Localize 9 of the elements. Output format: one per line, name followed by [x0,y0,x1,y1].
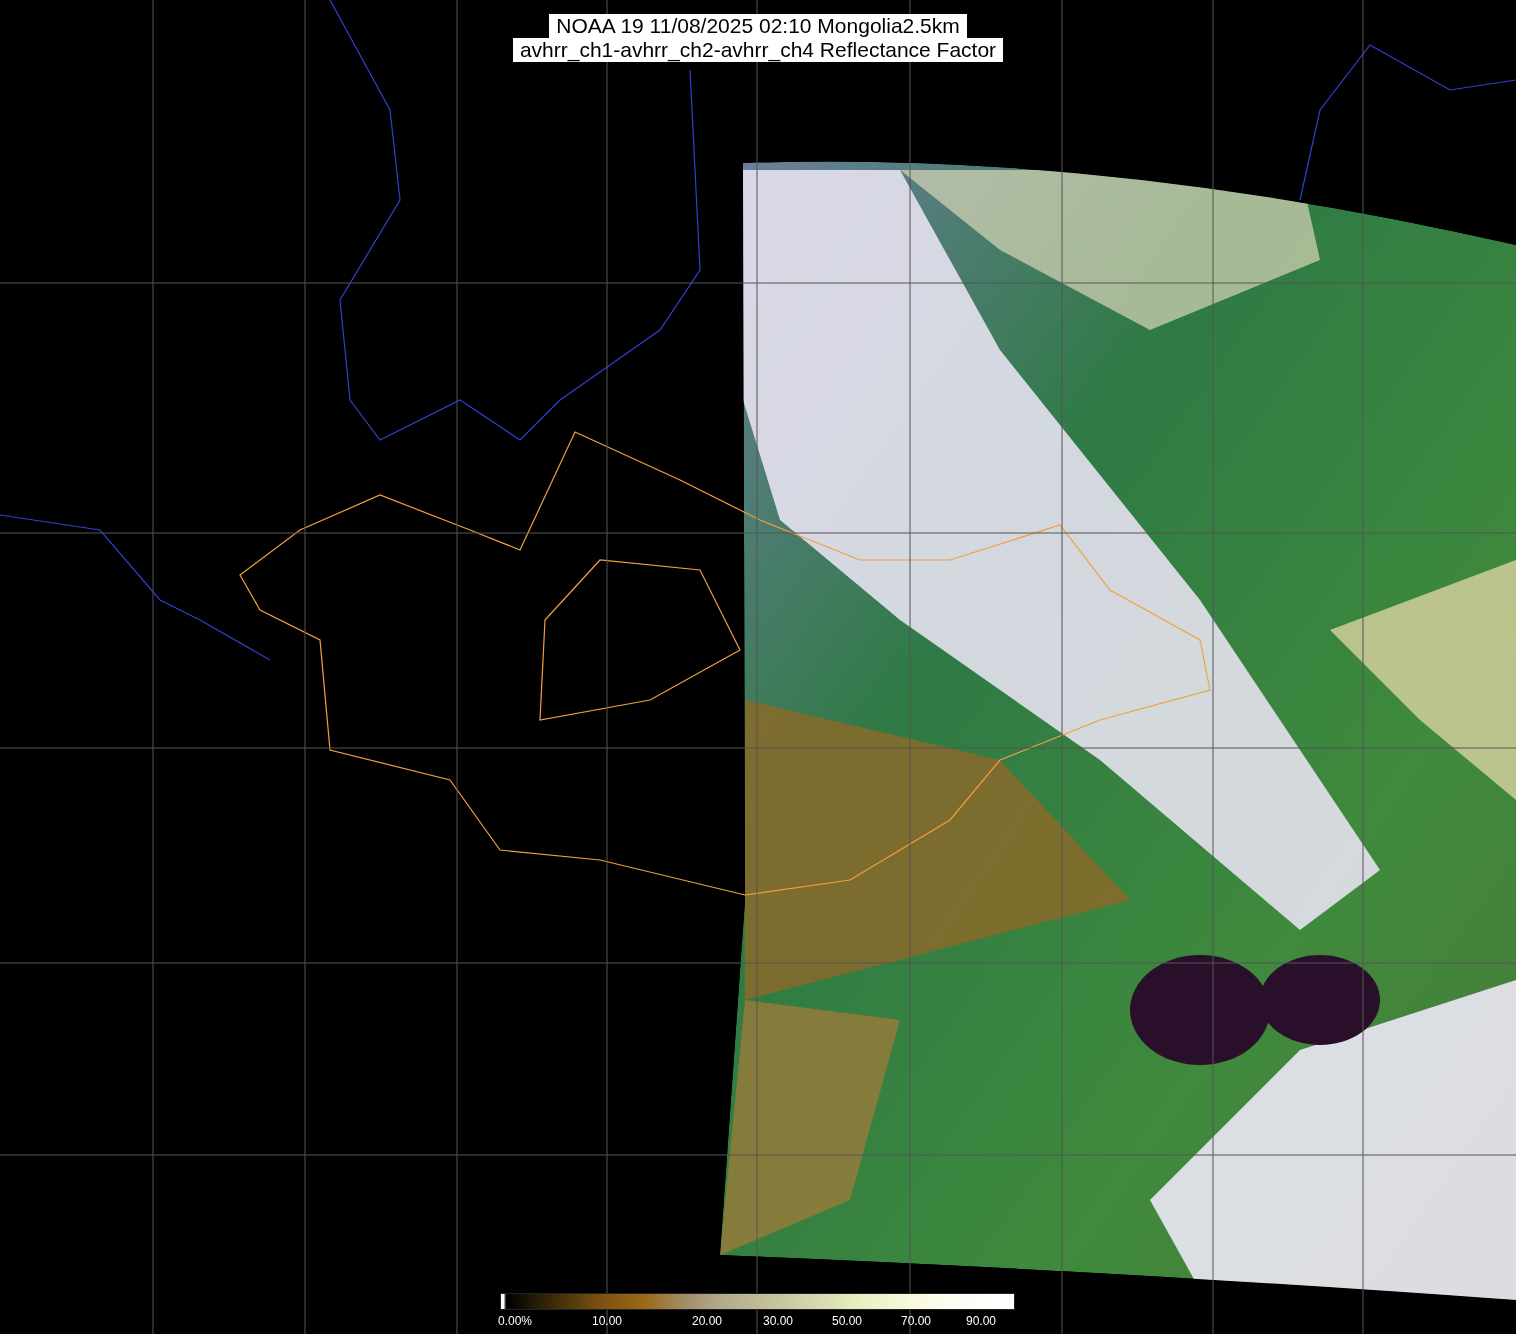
colorbar-label: 30.00 [763,1313,794,1330]
map-title: NOAA 19 11/08/2025 02:10 Mongolia2.5km [549,14,967,38]
colorbar-label: 10.00 [592,1313,623,1330]
colorbar-label: 0.00% [498,1313,533,1330]
colorbar-label: 90.00 [966,1313,997,1330]
map-title: avhrr_ch1-avhrr_ch2-avhrr_ch4 Reflectance Factor [512,38,1004,62]
colorbar-label: 70.00 [901,1313,932,1330]
colorbar-label: 20.00 [692,1313,723,1330]
colorbar-label: 50.00 [832,1313,863,1330]
